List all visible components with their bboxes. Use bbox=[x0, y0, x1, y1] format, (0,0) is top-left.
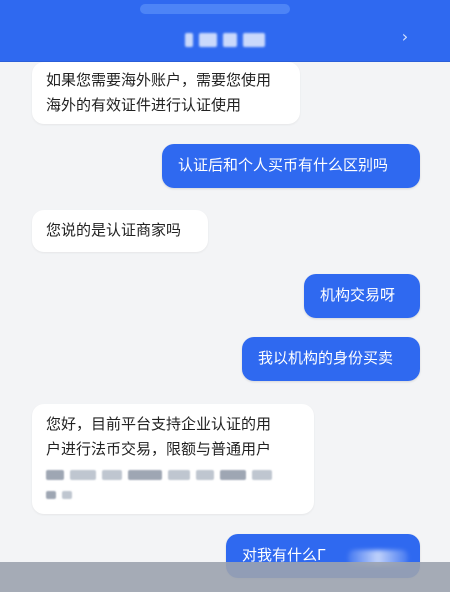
message-line: 如果您需要海外账户，需要您使用 bbox=[46, 71, 272, 89]
redacted-line bbox=[46, 470, 300, 480]
message-text: 机构交易呀 bbox=[320, 286, 396, 304]
redacted-block bbox=[252, 470, 272, 480]
user-message: 机构交易呀 bbox=[304, 274, 420, 318]
redacted-line bbox=[46, 490, 300, 500]
redacted-block bbox=[223, 33, 237, 47]
user-message: 认证后和个人买币有什么区别吗 bbox=[162, 144, 420, 188]
redacted-block bbox=[168, 470, 190, 480]
redacted-block bbox=[46, 470, 64, 480]
agent-message: 您好，目前平台支持企业认证的用 户进行法币交易，限额与普通用户 bbox=[32, 404, 314, 514]
redacted-block bbox=[62, 491, 72, 499]
message-text: 您说的是认证商家吗 bbox=[46, 221, 182, 239]
agent-message: 如果您需要海外账户，需要您使用 海外的有效证件进行认证使用 bbox=[32, 62, 300, 124]
chat-thread: 如果您需要海外账户，需要您使用 海外的有效证件进行认证使用 认证后和个人买币有什… bbox=[0, 62, 450, 592]
message-text: 我以机构的身份买卖 bbox=[258, 349, 394, 367]
redacted-block bbox=[70, 470, 96, 480]
redacted-block bbox=[220, 470, 246, 480]
redacted-block bbox=[46, 491, 56, 499]
redacted-block bbox=[128, 470, 162, 480]
message-line: 您好，目前平台支持企业认证的用 bbox=[46, 415, 272, 433]
user-message: 我以机构的身份买卖 bbox=[242, 337, 420, 381]
bottom-overlay-bar bbox=[0, 562, 450, 592]
chat-title-redacted bbox=[185, 30, 265, 50]
chat-header: › bbox=[0, 0, 450, 62]
redacted-block bbox=[243, 33, 265, 47]
redacted-block bbox=[185, 33, 193, 47]
chevron-right-icon[interactable]: › bbox=[396, 28, 414, 46]
status-pill bbox=[140, 4, 290, 14]
message-text: 认证后和个人买币有什么区别吗 bbox=[178, 156, 389, 174]
message-line: 海外的有效证件进行认证使用 bbox=[46, 96, 242, 114]
redacted-block bbox=[199, 33, 217, 47]
agent-message: 您说的是认证商家吗 bbox=[32, 210, 208, 252]
redacted-block bbox=[102, 470, 122, 480]
message-line: 户进行法币交易，限额与普通用户 bbox=[46, 440, 272, 458]
redacted-block bbox=[196, 470, 214, 480]
